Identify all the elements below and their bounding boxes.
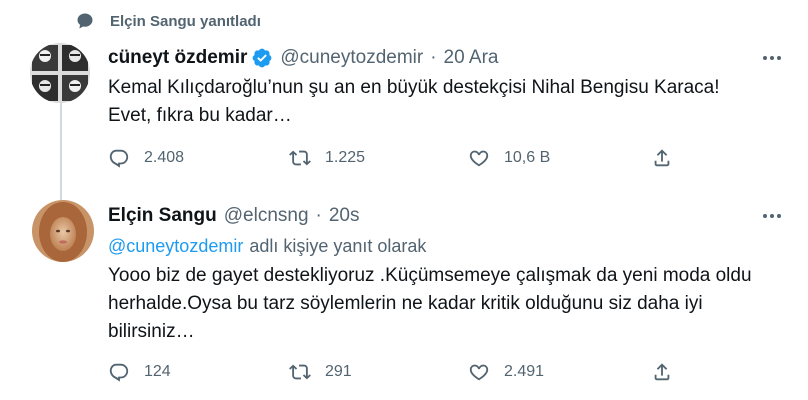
handle[interactable]: @elcnsng	[224, 205, 309, 227]
retweet-count: 291	[325, 363, 352, 380]
reply-icon	[109, 363, 129, 382]
retweet-icon	[289, 150, 311, 166]
reply-button[interactable]: 2.408	[108, 145, 184, 171]
tweet-text-line: herhalde.Oysa bu tarz söylemlerin ne kad…	[108, 293, 703, 314]
share-icon[interactable]	[651, 147, 673, 169]
thread-connector	[60, 90, 62, 200]
heart-icon	[469, 150, 489, 167]
reply-to-suffix: adlı kişiye yanıt olarak	[249, 235, 427, 256]
retweet-icon	[289, 364, 311, 380]
timestamp[interactable]: 20 Ara	[444, 47, 499, 69]
reply-to-line: @cuneytozdemir adlı kişiye yanıt olarak	[108, 234, 426, 258]
retweet-button[interactable]: 291	[289, 359, 352, 385]
like-button[interactable]: 2.491	[468, 359, 544, 385]
separator-dot: ·	[430, 47, 437, 68]
heart-icon	[469, 364, 489, 381]
reply-count: 2.408	[144, 149, 185, 166]
tweet-text-line: Kemal Kılıçdaroğlu’nun şu an en büyük de…	[108, 77, 720, 98]
tweet-text: Kemal Kılıçdaroğlu’nun şu an en büyük de…	[108, 74, 720, 130]
separator-dot: ·	[315, 205, 322, 226]
more-options-icon[interactable]	[760, 204, 784, 228]
share-icon[interactable]	[651, 361, 673, 383]
verified-badge-icon	[252, 48, 272, 68]
like-count: 2.491	[504, 363, 545, 380]
display-name[interactable]: cüneyt özdemir	[108, 47, 247, 69]
reply-count: 124	[144, 363, 171, 380]
speech-bubble-icon	[77, 13, 93, 29]
avatar[interactable]	[30, 43, 90, 103]
like-count: 10,6 B	[504, 149, 551, 166]
like-button[interactable]: 10,6 B	[468, 145, 550, 171]
tweet-text-line: Yooo biz de gayet destekliyoruz .Küçümse…	[108, 265, 752, 286]
display-name[interactable]: Elçin Sangu	[108, 205, 217, 227]
tweet-header: cüneyt özdemir @cuneytozdemir · 20 Ara	[108, 46, 498, 70]
reply-to-handle[interactable]: @cuneytozdemir	[108, 236, 243, 257]
tweet-header: Elçin Sangu @elcnsng · 20s	[108, 204, 360, 228]
reply-context-text: Elçin Sangu yanıtladı	[110, 12, 261, 30]
more-options-icon[interactable]	[760, 46, 784, 70]
timestamp[interactable]: 20s	[329, 205, 360, 227]
retweet-count: 1.225	[325, 149, 366, 166]
reply-button[interactable]: 124	[108, 359, 171, 385]
reply-icon	[109, 149, 129, 168]
reply-context: Elçin Sangu yanıtladı	[77, 11, 261, 31]
avatar[interactable]	[32, 200, 94, 262]
retweet-button[interactable]: 1.225	[289, 145, 365, 171]
tweet-text: Yooo biz de gayet destekliyoruz .Küçümse…	[108, 262, 752, 346]
handle[interactable]: @cuneytozdemir	[280, 47, 423, 69]
tweet-text-line: bilirsiniz…	[108, 321, 195, 342]
tweet-text-line: Evet, fıkra bu kadar…	[108, 105, 292, 126]
